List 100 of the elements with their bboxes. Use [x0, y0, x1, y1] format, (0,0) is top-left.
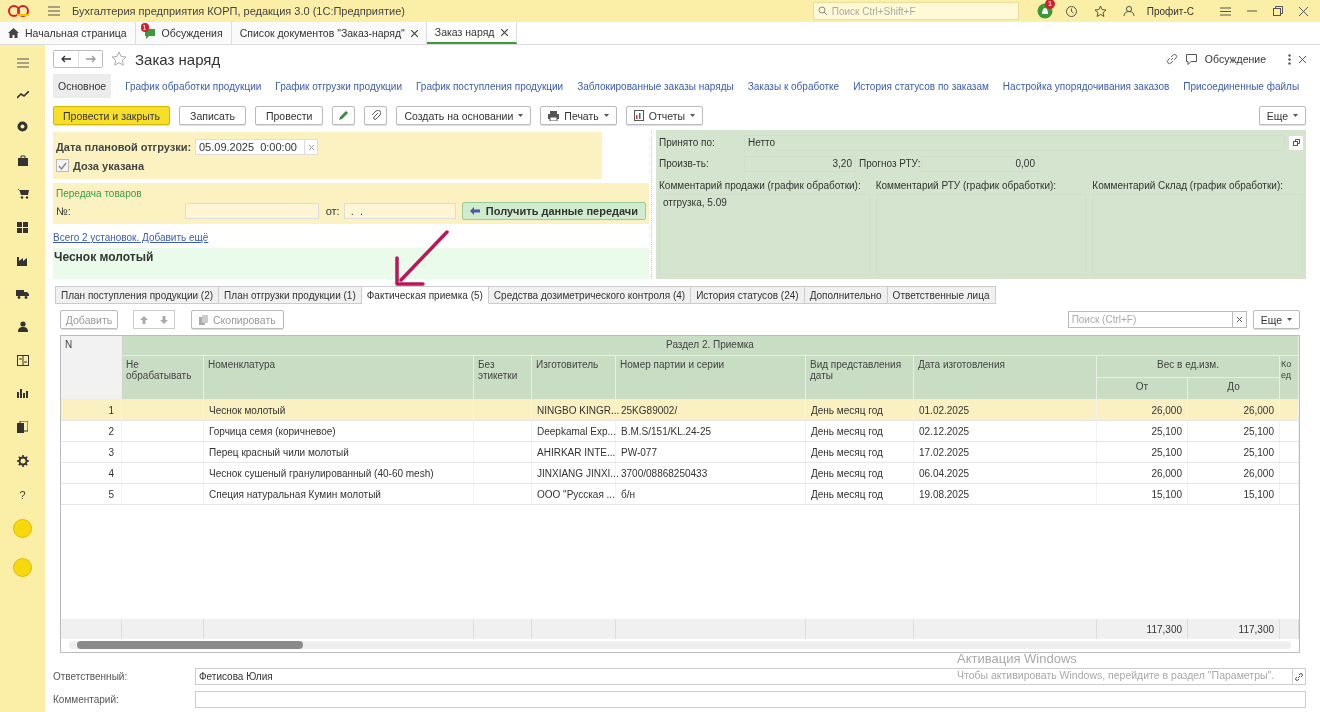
- comment-field[interactable]: отгрузка, 5.09: [659, 194, 870, 275]
- books-icon[interactable]: [17, 420, 28, 433]
- table-cell: 19.08.2025: [914, 484, 1097, 504]
- search-placeholder: Поиск Ctrl+Shift+F: [831, 5, 916, 17]
- number-field[interactable]: [185, 202, 319, 219]
- row-number: 3: [61, 442, 122, 462]
- coin-icon[interactable]: [17, 121, 28, 132]
- comment-field[interactable]: [195, 691, 1306, 708]
- date-field[interactable]: 05.09.2025 0:00:00: [195, 139, 305, 155]
- person-icon[interactable]: [17, 321, 28, 332]
- tab[interactable]: Фактическая приемка (5): [361, 286, 489, 304]
- more-icon[interactable]: [1288, 53, 1291, 65]
- section-link[interactable]: Заблокированные заказы наряды: [577, 80, 734, 92]
- comment-label: Комментарий РТУ (график обработки):: [875, 180, 1058, 191]
- field-label: Произв-ть:: [659, 158, 710, 169]
- chat-icon[interactable]: [1185, 53, 1197, 65]
- toolbar-button[interactable]: Провести: [254, 106, 324, 125]
- table-row[interactable]: 2 Горчица семя (коричневое) Deepkamal Exp... B.M.S/151/KL.24-25 День месяц год 02.12.2025 25,100 25,100: [61, 421, 1299, 442]
- trend-icon[interactable]: [16, 90, 29, 99]
- post-and-close-button[interactable]: Провести и закрыть: [53, 106, 171, 125]
- tab[interactable]: История статусов (24): [691, 286, 805, 304]
- tab[interactable]: Ответственные лица: [887, 286, 996, 304]
- activation-text: Чтобы активировать Windows, перейдите в раздел "Параметры".: [957, 669, 1275, 681]
- dropdown-button[interactable]: Создать на основании: [396, 106, 532, 125]
- comment-label: Комментарий Склад (график обработки):: [1092, 180, 1285, 191]
- more-button[interactable]: Еще: [1258, 106, 1306, 125]
- checkbox[interactable]: [56, 159, 69, 172]
- section-link[interactable]: Заказы к обработке: [747, 80, 840, 92]
- bag-icon[interactable]: [17, 154, 28, 166]
- table-cell: Чеснок сушеный гранулированный (40-60 mesh): [204, 463, 474, 483]
- table-cell: 25,100: [1188, 421, 1280, 441]
- history-icon[interactable]: [1064, 4, 1078, 18]
- factory-icon[interactable]: [16, 255, 29, 266]
- restore-icon[interactable]: [1273, 6, 1283, 16]
- section-link[interactable]: График поступления продукции: [416, 80, 564, 92]
- tab[interactable]: Дополнительно: [804, 286, 888, 304]
- paperclip-icon: [370, 110, 381, 121]
- section-link[interactable]: Основное: [53, 74, 112, 98]
- caret-icon: [603, 114, 609, 117]
- expand-icon: [1292, 139, 1300, 146]
- link-icon[interactable]: [1165, 53, 1178, 65]
- open-button[interactable]: [1293, 668, 1306, 685]
- arrow-down-icon: [160, 315, 168, 324]
- table-row[interactable]: 5 Специя натуральная Кумин молотый ООО "Русская ... б/н День месяц год 19.08.2025 15,100 15,100: [61, 484, 1299, 505]
- close-icon[interactable]: [1299, 6, 1308, 16]
- settings-link[interactable]: Всего 2 установок. Добавить ещё: [53, 232, 209, 243]
- field-value: Нетто: [744, 134, 1285, 151]
- star-icon[interactable]: [111, 51, 127, 67]
- scrollbar[interactable]: [69, 641, 1291, 649]
- section-link[interactable]: Настройка упорядочивания заказов: [1002, 80, 1170, 92]
- table-row[interactable]: 1 Чеснок молотый NINGBO KINGR... 25KG89002/ День месяц год 01.02.2025 26,000 26,000: [61, 400, 1299, 421]
- table-cell: Чеснок молотый: [204, 400, 474, 420]
- open-tab[interactable]: Заказ наряд: [426, 22, 517, 44]
- dropdown-button[interactable]: Печать: [540, 106, 617, 125]
- column-group-header: Раздел 2. Приемка: [122, 336, 1299, 356]
- tab[interactable]: Средства дозиметрического контроля (4): [488, 286, 692, 304]
- home-icon: [8, 28, 19, 38]
- caret-icon: [1293, 114, 1298, 117]
- tab[interactable]: План отгрузки продукции (1): [219, 286, 362, 304]
- toolbar-button[interactable]: Записать: [179, 106, 246, 125]
- table-cell: 26,000: [1188, 463, 1280, 483]
- icon-button[interactable]: [332, 106, 356, 125]
- table-cell: 17.02.2025: [914, 442, 1097, 462]
- field-label: Принято по:: [659, 137, 716, 148]
- close-icon[interactable]: [410, 29, 418, 37]
- section-link[interactable]: График обработки продукции: [125, 80, 262, 92]
- section-link[interactable]: История статусов по заказам: [853, 80, 989, 92]
- open-tab[interactable]: Начальная страница: [0, 22, 136, 44]
- user-icon[interactable]: [1122, 5, 1135, 17]
- total-cell: 117,300: [1097, 619, 1188, 639]
- bar-chart-icon[interactable]: [17, 388, 28, 398]
- icon-button[interactable]: [364, 106, 388, 125]
- user-name[interactable]: Профит-С: [1146, 5, 1194, 17]
- settings-icon[interactable]: [16, 455, 29, 467]
- get-transfer-data-button[interactable]: Получить данные передачи: [461, 201, 646, 220]
- star-icon[interactable]: [1093, 4, 1107, 18]
- truck-icon[interactable]: [16, 288, 29, 299]
- dropdown-button[interactable]: Отчеты: [625, 106, 704, 125]
- cart-icon[interactable]: [16, 188, 29, 199]
- menu-icon[interactable]: [1220, 6, 1231, 16]
- expand-button[interactable]: [1289, 135, 1303, 150]
- close-icon[interactable]: [1299, 55, 1306, 63]
- caret-icon: [518, 114, 524, 117]
- open-tab[interactable]: Список документов "Заказ-наряд": [231, 22, 427, 44]
- tab[interactable]: План поступления продукции (2): [55, 286, 220, 304]
- grid-icon[interactable]: [17, 221, 28, 233]
- ledger-icon[interactable]: [16, 354, 29, 366]
- help-link[interactable]: ?: [19, 489, 26, 500]
- date-field[interactable]: . .: [343, 202, 456, 219]
- section-link[interactable]: График отгрузки продукции: [275, 80, 402, 92]
- field-value: 0,00: [921, 155, 1039, 172]
- more-button[interactable]: Еще: [1252, 310, 1300, 329]
- close-icon[interactable]: [500, 28, 508, 36]
- table-cell: 15,100: [1097, 484, 1188, 504]
- section-link[interactable]: Присоединенные файлы: [1183, 80, 1300, 92]
- table-cell: 26,000: [1097, 463, 1188, 483]
- table-row[interactable]: 4 Чеснок сушеный гранулированный (40-60 mesh) JINXIANG JINXI... 3700/08868250433 День месяц год 06.04.2025 26,000 26,000: [61, 463, 1299, 484]
- discussion-link[interactable]: Обсуждение: [1204, 53, 1266, 65]
- field-label: от:: [325, 204, 340, 217]
- table-row[interactable]: 3 Перец красный чили молотый AHIRKAR INTE... PW-077 День месяц год 17.02.2025 25,100 25,100: [61, 442, 1299, 463]
